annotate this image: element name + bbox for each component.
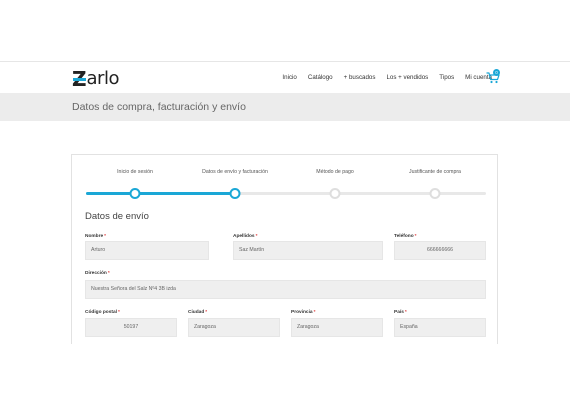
- step-label-login: Inicio de sesión: [117, 169, 153, 175]
- checkout-card: Inicio de sesión Datos de envío y factur…: [71, 154, 498, 344]
- main-nav: Inicio Catálogo + buscados Los + vendido…: [282, 74, 492, 81]
- step-dot-login[interactable]: [129, 188, 141, 199]
- apellidos-label: Apellidos*: [233, 234, 258, 239]
- step-label-receipt: Justificante de compra: [409, 169, 461, 175]
- pais-label: País*: [394, 310, 407, 315]
- checkout-progress: Inicio de sesión Datos de envío y factur…: [72, 166, 499, 199]
- apellidos-field[interactable]: Saz Martín: [233, 241, 383, 260]
- step-label-shipping: Datos de envío y facturación: [202, 169, 268, 175]
- step-dot-payment: [329, 188, 341, 199]
- nav-item-inicio[interactable]: Inicio: [282, 74, 296, 81]
- page-title: Datos de compra, facturación y envío: [72, 101, 246, 113]
- nav-item-mas-buscados[interactable]: + buscados: [344, 74, 376, 81]
- cart-count-badge: 0: [493, 69, 500, 76]
- pais-field[interactable]: España: [394, 318, 486, 337]
- telefono-label: Teléfono*: [394, 234, 417, 239]
- nombre-label: Nombre*: [85, 234, 106, 239]
- provincia-field[interactable]: Zaragoza: [291, 318, 383, 337]
- step-label-payment: Método de pago: [316, 169, 354, 175]
- logo-text: arlo: [86, 68, 120, 89]
- telefono-field[interactable]: 666666666: [394, 241, 486, 260]
- nombre-field[interactable]: Arturo: [85, 241, 209, 260]
- progress-fill: [86, 192, 234, 195]
- provincia-label: Provincia*: [291, 310, 316, 315]
- direccion-field[interactable]: Nuestra Señora del Salz Nº4 3B izda: [85, 280, 486, 299]
- nav-item-catalogo[interactable]: Catálogo: [308, 74, 333, 81]
- step-dot-receipt: [429, 188, 441, 199]
- site-header: Zarlo Inicio Catálogo + buscados Los + v…: [0, 61, 570, 93]
- logo-letter: Z: [72, 67, 87, 91]
- ciudad-field[interactable]: Zaragoza: [188, 318, 280, 337]
- ciudad-label: Ciudad*: [188, 310, 208, 315]
- nav-item-tipos[interactable]: Tipos: [439, 74, 454, 81]
- codigo-postal-field[interactable]: 50197: [85, 318, 177, 337]
- direccion-label: Dirección*: [85, 271, 110, 276]
- codigo-postal-label: Código postal*: [85, 310, 120, 315]
- title-bar: Datos de compra, facturación y envío: [0, 93, 570, 121]
- section-title: Datos de envío: [85, 211, 149, 222]
- nav-item-mas-vendidos[interactable]: Los + vendidos: [386, 74, 428, 81]
- step-dot-shipping[interactable]: [229, 188, 241, 199]
- site-logo[interactable]: Zarlo: [72, 67, 120, 91]
